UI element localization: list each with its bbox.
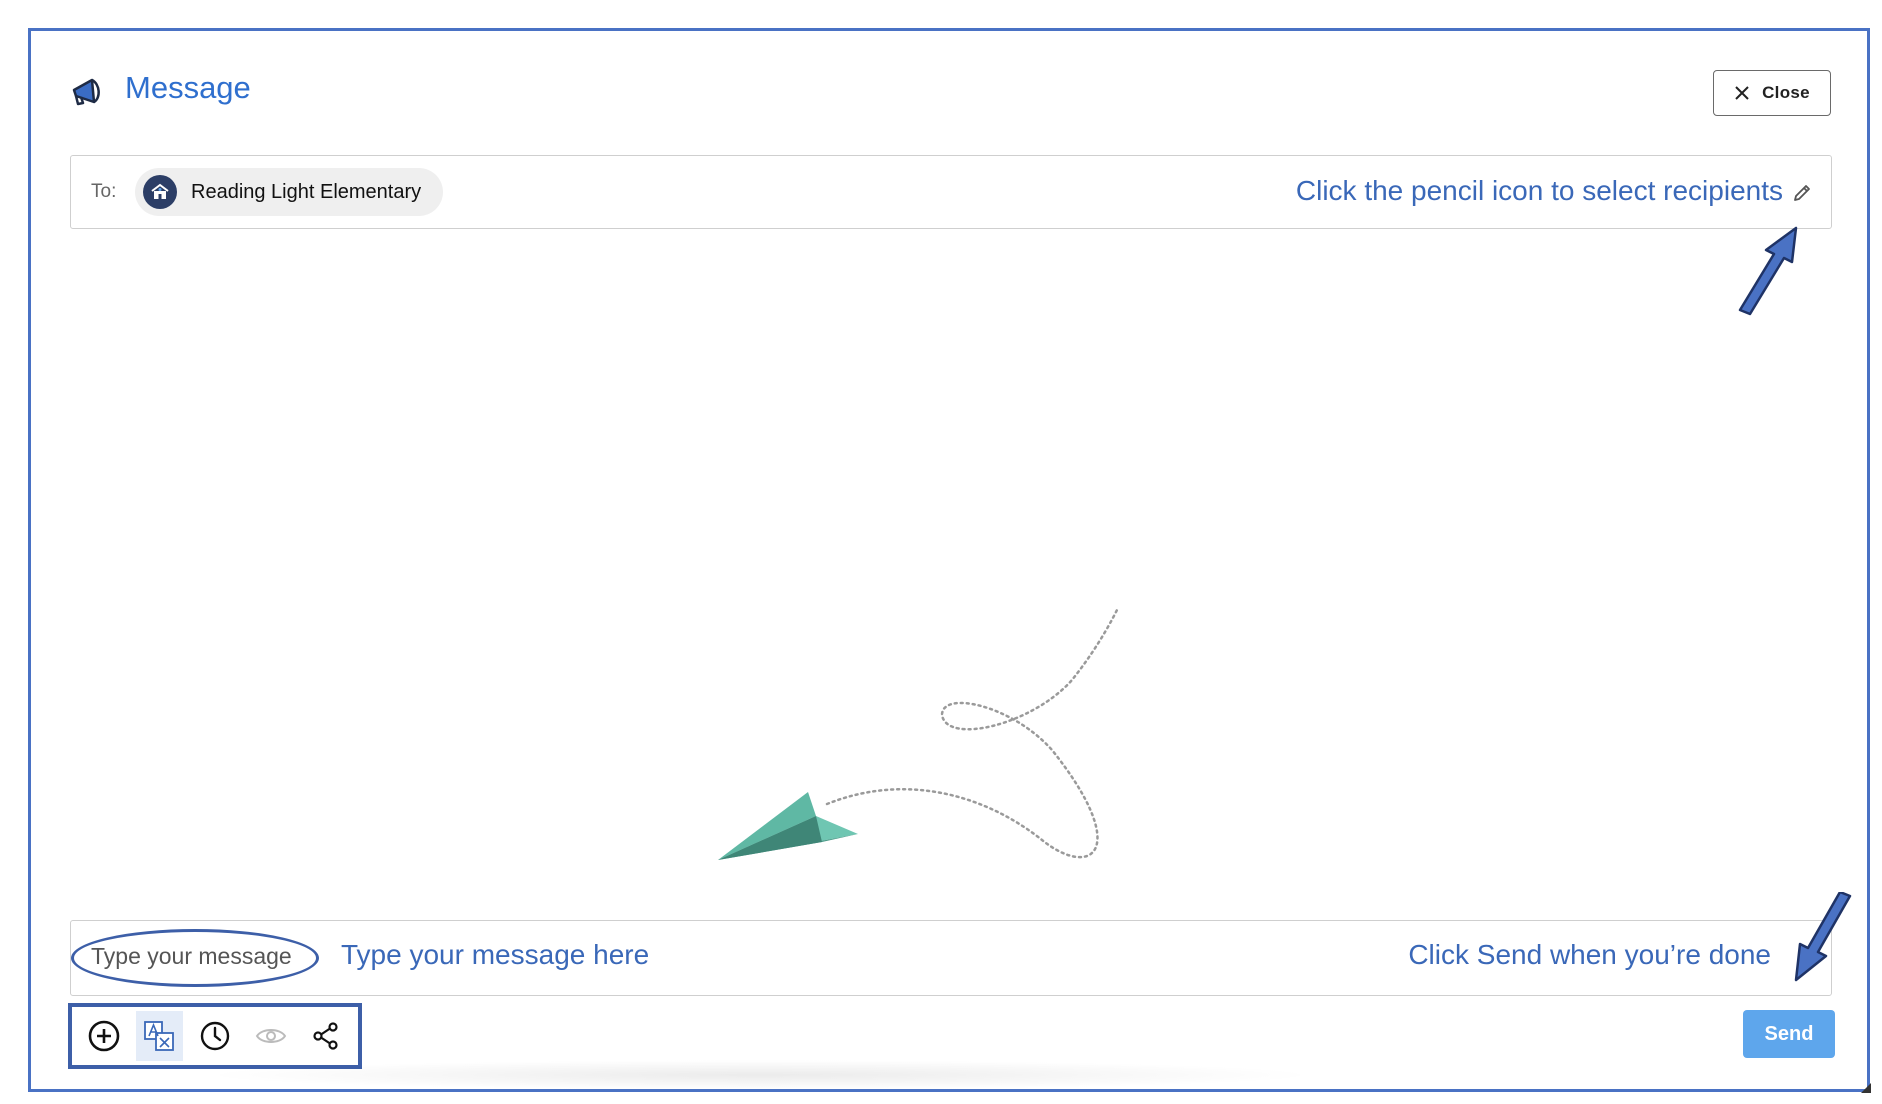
pencil-icon[interactable] bbox=[1791, 182, 1813, 204]
annotation-arrow-down-icon bbox=[1794, 892, 1852, 982]
message-input[interactable]: Type your message Type your message here… bbox=[70, 920, 1832, 996]
send-button[interactable]: Send bbox=[1743, 1010, 1835, 1058]
message-placeholder: Type your message bbox=[91, 943, 292, 969]
clock-icon bbox=[200, 1021, 230, 1051]
recipients-field[interactable]: To: Reading Light Elementary Click the p… bbox=[70, 155, 1832, 229]
share-button[interactable] bbox=[302, 1011, 350, 1061]
school-icon bbox=[143, 175, 177, 209]
share-icon bbox=[313, 1022, 338, 1050]
preview-button[interactable] bbox=[247, 1011, 295, 1061]
eye-icon bbox=[255, 1029, 286, 1043]
bottom-shadow bbox=[200, 1060, 1320, 1090]
type-annotation: Type your message here bbox=[341, 939, 650, 970]
translate-button[interactable] bbox=[135, 1011, 184, 1061]
schedule-button[interactable] bbox=[191, 1011, 239, 1061]
add-circle-icon bbox=[88, 1020, 120, 1052]
add-attachment-button[interactable] bbox=[80, 1011, 128, 1061]
paper-plane-illustration bbox=[718, 608, 1119, 860]
close-button[interactable]: Close bbox=[1713, 70, 1831, 116]
megaphone-icon bbox=[72, 78, 100, 106]
recipient-chip[interactable]: Reading Light Elementary bbox=[135, 168, 443, 216]
recipients-annotation: Click the pencil icon to select recipien… bbox=[1295, 175, 1783, 206]
send-annotation: Click Send when you’re done bbox=[1408, 939, 1771, 970]
close-button-label: Close bbox=[1762, 83, 1810, 102]
page-title: Message bbox=[125, 70, 251, 105]
close-icon bbox=[1735, 86, 1749, 100]
recipient-name: Reading Light Elementary bbox=[191, 180, 422, 203]
to-label: To: bbox=[91, 181, 117, 202]
annotation-arrow-up-icon bbox=[1738, 226, 1798, 316]
translate-icon bbox=[144, 1021, 175, 1051]
